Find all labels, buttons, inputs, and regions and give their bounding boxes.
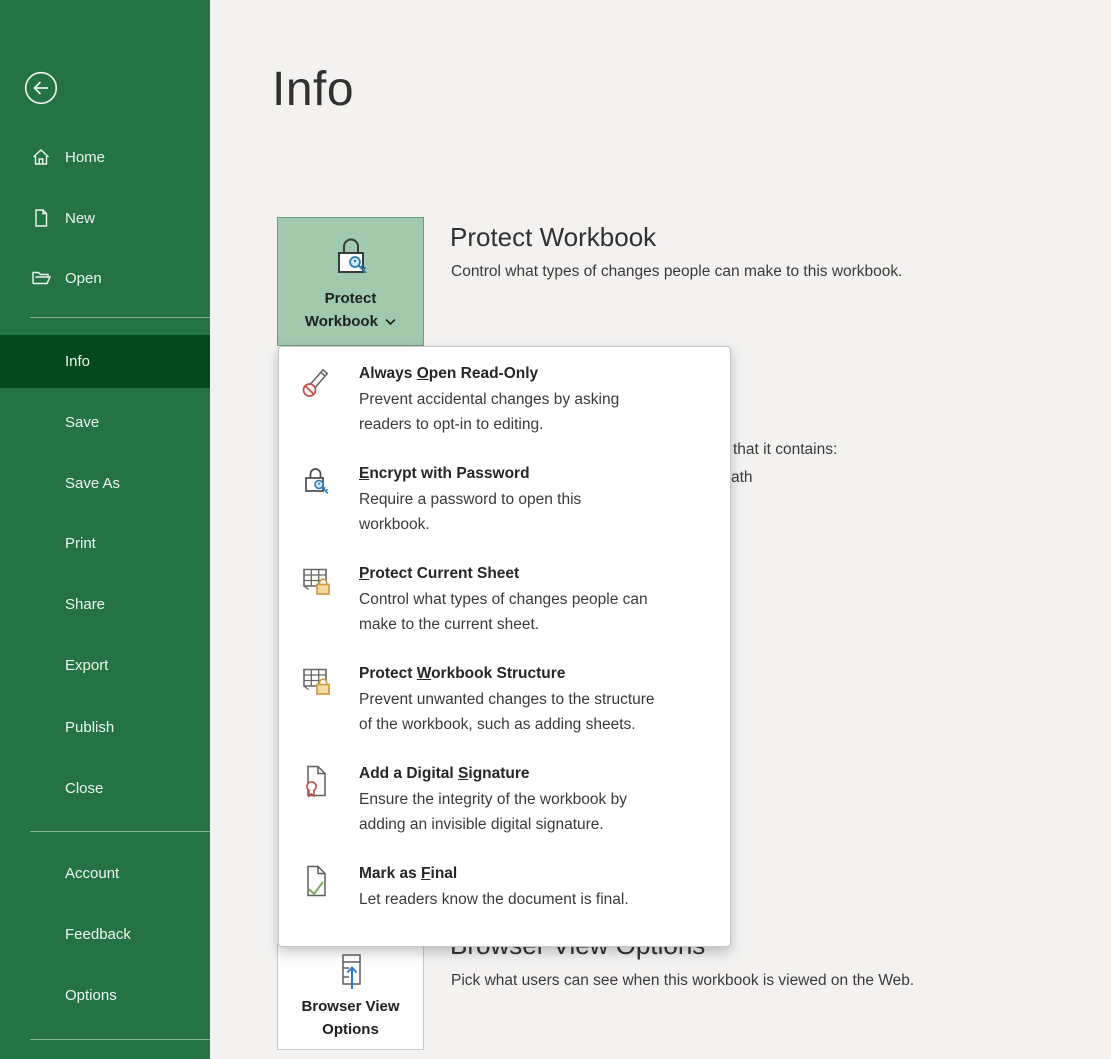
sidebar-item-publish[interactable]: Publish	[0, 701, 210, 753]
open-folder-icon	[31, 268, 51, 288]
sheet-lock-icon	[299, 563, 335, 599]
menu-item-description: Prevent accidental changes by asking rea…	[359, 387, 619, 437]
sidebar-item-label: Options	[65, 987, 117, 1004]
chevron-down-icon	[385, 318, 396, 326]
sidebar-divider	[30, 1039, 210, 1040]
home-icon	[31, 147, 51, 167]
browser-view-options-description: Pick what users can see when this workbo…	[451, 972, 914, 990]
inspect-workbook-text-fragment: that it contains:	[733, 441, 837, 459]
menu-item-protect-current-sheet[interactable]: Protect Current Sheet Control what types…	[279, 559, 730, 659]
protect-button-label-line1: Protect	[305, 287, 396, 310]
sidebar-item-label: Info	[65, 353, 90, 370]
sidebar-item-label: New	[65, 210, 95, 227]
menu-item-description: Let readers know the document is final.	[359, 887, 629, 912]
sidebar-item-label: Share	[65, 596, 105, 613]
new-document-icon	[31, 208, 51, 228]
menu-item-description: Require a password to open this workbook…	[359, 487, 581, 537]
workbook-structure-lock-icon	[299, 663, 335, 699]
backstage-sidebar: Home New Open Info Save Save As Print Sh…	[0, 0, 210, 1059]
menu-item-title: Mark as Final	[359, 861, 629, 887]
sidebar-item-new[interactable]: New	[0, 192, 210, 244]
sidebar-item-print[interactable]: Print	[0, 517, 210, 569]
menu-item-mark-as-final[interactable]: Mark as Final Let readers know the docum…	[279, 859, 730, 944]
protect-workbook-button[interactable]: Protect Workbook	[277, 217, 424, 346]
sidebar-item-open[interactable]: Open	[0, 252, 210, 304]
sidebar-item-label: Close	[65, 780, 103, 797]
lock-key-icon	[330, 234, 372, 280]
sidebar-item-export[interactable]: Export	[0, 639, 210, 691]
menu-item-title: Add a Digital Signature	[359, 761, 627, 787]
menu-item-add-digital-signature[interactable]: Add a Digital Signature Ensure the integ…	[279, 759, 730, 859]
sidebar-item-save[interactable]: Save	[0, 396, 210, 448]
menu-item-encrypt-with-password[interactable]: Encrypt with Password Require a password…	[279, 459, 730, 559]
sidebar-item-label: Print	[65, 535, 96, 552]
sidebar-divider	[30, 831, 210, 832]
back-button[interactable]	[24, 71, 58, 105]
page-title: Info	[272, 62, 354, 117]
menu-item-title: Protect Current Sheet	[359, 561, 648, 587]
document-path-text-fragment: ath	[731, 469, 753, 487]
sidebar-item-label: Home	[65, 149, 105, 166]
digital-signature-icon	[299, 763, 335, 799]
sidebar-item-label: Export	[65, 657, 108, 674]
sidebar-item-label: Save	[65, 414, 99, 431]
protect-workbook-description: Control what types of changes people can…	[451, 263, 902, 281]
sidebar-item-label: Save As	[65, 475, 120, 492]
protect-workbook-heading: Protect Workbook	[450, 222, 656, 253]
mark-final-icon	[299, 863, 335, 899]
menu-item-protect-workbook-structure[interactable]: Protect Workbook Structure Prevent unwan…	[279, 659, 730, 759]
back-arrow-icon	[24, 71, 58, 105]
sidebar-item-feedback[interactable]: Feedback	[0, 908, 210, 960]
sidebar-item-home[interactable]: Home	[0, 131, 210, 183]
protect-button-label-line2: Workbook	[305, 313, 378, 330]
sidebar-item-close[interactable]: Close	[0, 762, 210, 814]
sidebar-item-label: Open	[65, 270, 102, 287]
menu-item-title: Protect Workbook Structure	[359, 661, 655, 687]
browser-button-label-line2: Options	[301, 1018, 399, 1041]
menu-item-title: Always Open Read-Only	[359, 361, 619, 387]
read-only-icon	[299, 363, 335, 399]
encrypt-password-icon	[299, 463, 335, 499]
sidebar-item-account[interactable]: Account	[0, 847, 210, 899]
sidebar-item-save-as[interactable]: Save As	[0, 457, 210, 509]
sidebar-item-share[interactable]: Share	[0, 578, 210, 630]
sidebar-divider	[30, 317, 210, 318]
sidebar-item-info[interactable]: Info	[0, 335, 210, 388]
browser-view-options-button[interactable]: Browser View Options	[277, 944, 424, 1050]
menu-item-description: Prevent unwanted changes to the structur…	[359, 687, 655, 737]
menu-item-description: Ensure the integrity of the workbook by …	[359, 787, 627, 837]
sidebar-item-options[interactable]: Options	[0, 969, 210, 1021]
browser-button-label-line1: Browser View	[301, 995, 399, 1018]
menu-item-title: Encrypt with Password	[359, 461, 581, 487]
browser-view-icon	[332, 953, 370, 991]
sidebar-item-label: Account	[65, 865, 119, 882]
menu-item-description: Control what types of changes people can…	[359, 587, 648, 637]
sidebar-item-label: Publish	[65, 719, 114, 736]
protect-workbook-dropdown-menu: Always Open Read-Only Prevent accidental…	[278, 346, 731, 947]
sidebar-item-label: Feedback	[65, 926, 131, 943]
menu-item-always-open-read-only[interactable]: Always Open Read-Only Prevent accidental…	[279, 359, 730, 459]
